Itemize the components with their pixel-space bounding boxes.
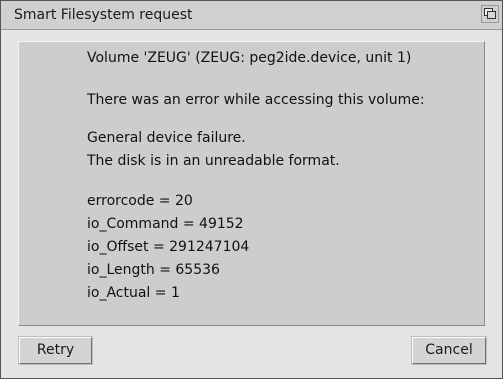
- io-actual-text: io_Actual = 1: [87, 285, 180, 301]
- io-length-text: io_Length = 65536: [87, 262, 220, 278]
- requester-window: Smart Filesystem request Volume 'ZEUG' (…: [0, 0, 503, 379]
- error-intro-text: There was an error while accessing this …: [87, 92, 425, 108]
- volume-info-text: Volume 'ZEUG' (ZEUG: peg2ide.device, uni…: [87, 50, 412, 66]
- io-offset-text: io_Offset = 291247104: [87, 239, 250, 255]
- title-bar[interactable]: Smart Filesystem request: [1, 1, 502, 30]
- error-detail-text: The disk is in an unreadable format.: [87, 153, 340, 169]
- message-panel: Volume 'ZEUG' (ZEUG: peg2ide.device, uni…: [18, 41, 485, 326]
- window-title: Smart Filesystem request: [14, 7, 193, 23]
- errorcode-text: errorcode = 20: [87, 193, 193, 209]
- cancel-button[interactable]: Cancel: [412, 337, 486, 364]
- error-description-text: General device failure.: [87, 130, 246, 146]
- io-command-text: io_Command = 49152: [87, 216, 244, 232]
- window-depth-icon[interactable]: [481, 5, 499, 23]
- retry-button[interactable]: Retry: [19, 337, 92, 364]
